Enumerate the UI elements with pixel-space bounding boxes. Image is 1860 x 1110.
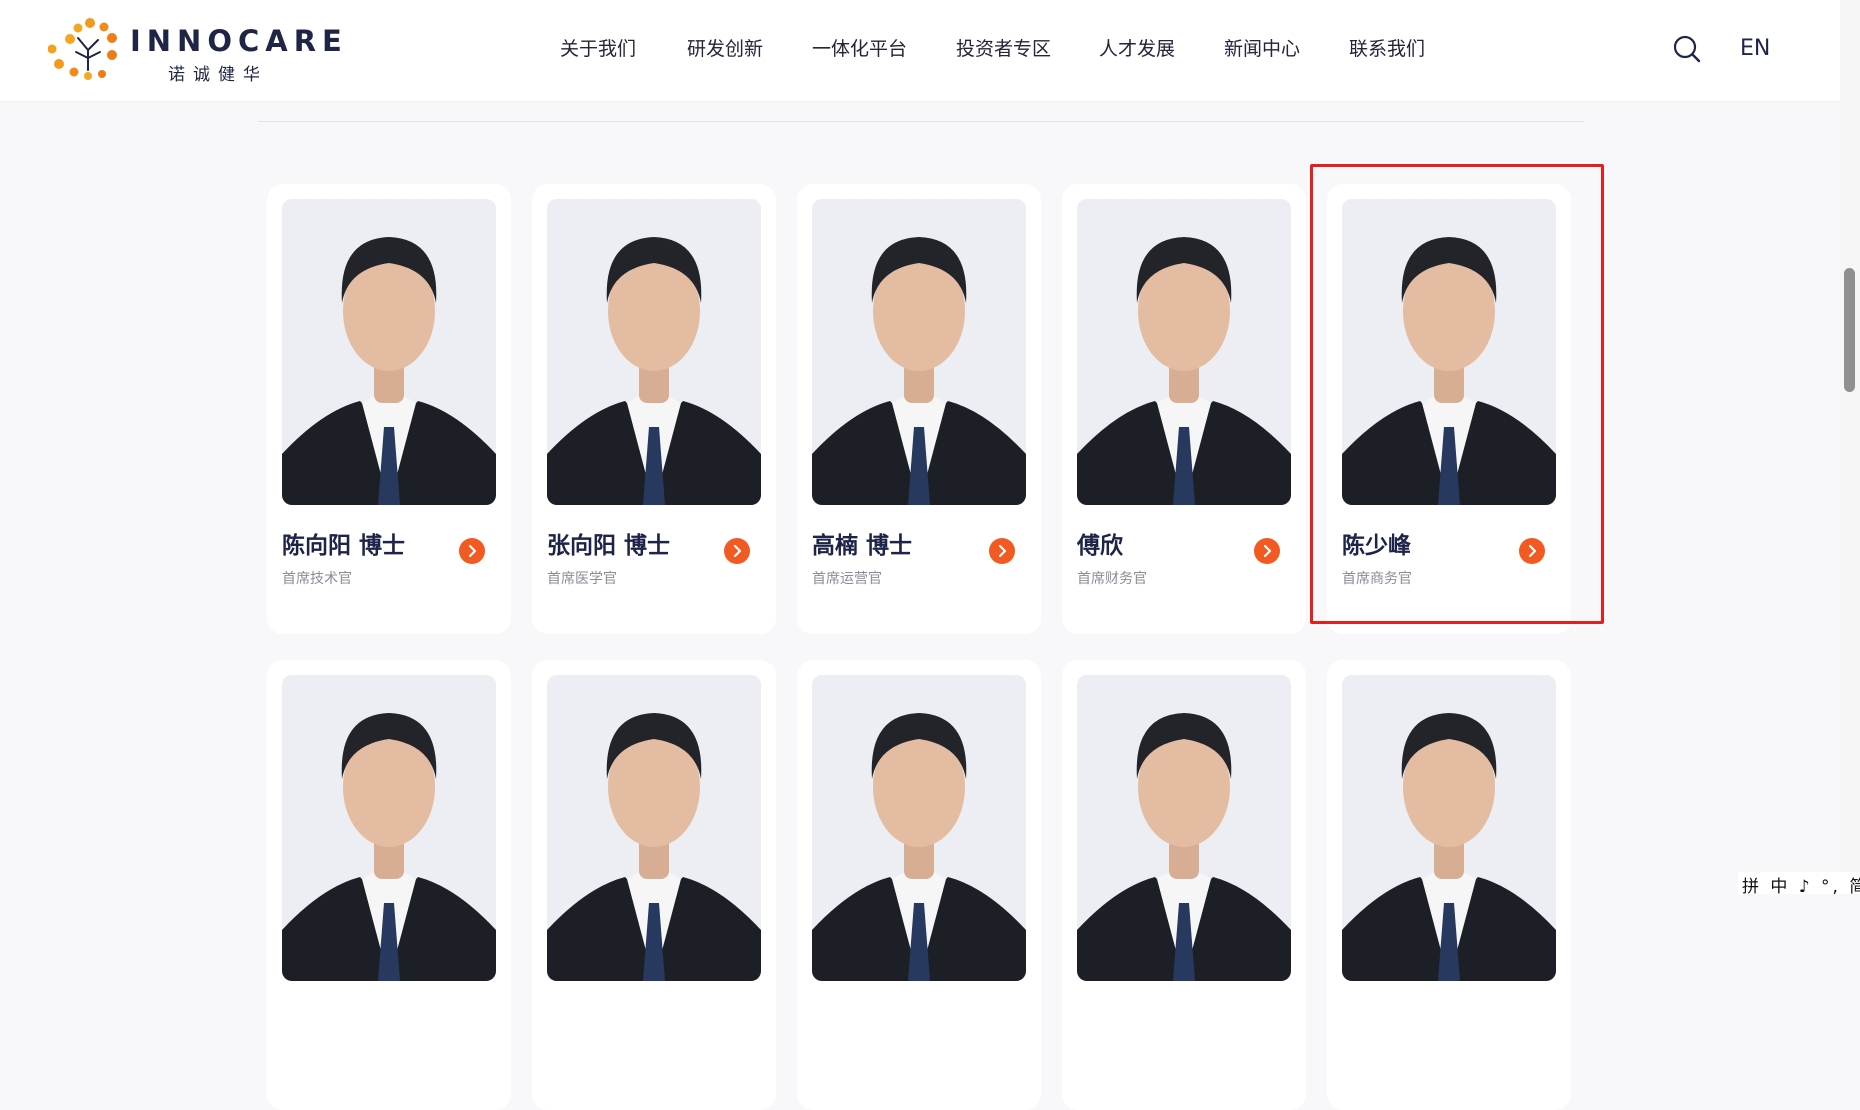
nav-item-platform[interactable]: 一体化平台 [812,34,907,61]
member-photo [812,199,1026,505]
team-card[interactable] [1327,660,1571,1110]
brand-name-en: INNOCARE [130,24,348,58]
section-divider [258,121,1584,122]
brand-name-cn: 诺诚健华 [168,65,268,85]
member-photo [1342,675,1556,981]
member-title: 首席运营官 [812,571,882,587]
nav-item-careers[interactable]: 人才发展 [1099,34,1175,61]
member-name: 陈少峰 [1342,533,1411,559]
member-photo [282,675,496,981]
arrow-right-icon[interactable] [989,538,1015,564]
member-photo [282,199,496,505]
team-card[interactable] [532,660,776,1110]
ime-toolbar[interactable]: 拼 中 ♪ °, 简 [1738,872,1860,897]
member-photo [812,675,1026,981]
nav-item-rnd[interactable]: 研发创新 [687,34,763,61]
team-card[interactable]: 陈向阳 博士 首席技术官 [267,184,511,634]
nav-item-news[interactable]: 新闻中心 [1224,34,1300,61]
nav-item-investors[interactable]: 投资者专区 [956,34,1051,61]
member-title: 首席商务官 [1342,571,1412,587]
member-name: 高楠 博士 [812,533,913,559]
arrow-right-icon[interactable] [1519,538,1545,564]
member-photo [547,675,761,981]
member-photo [547,199,761,505]
member-photo [1342,199,1556,505]
logo-dots-icon [48,18,117,80]
member-title: 首席技术官 [282,571,352,587]
member-name: 张向阳 博士 [547,533,671,559]
member-name: 傅欣 [1077,533,1123,559]
top-navigation-bar: INNOCARE 诺诚健华 关于我们 研发创新 一体化平台 投资者专区 人才发展… [0,0,1840,101]
team-card[interactable] [797,660,1041,1110]
team-card[interactable] [1062,660,1306,1110]
team-card[interactable] [267,660,511,1110]
team-card[interactable]: 高楠 博士 首席运营官 [797,184,1041,634]
member-name: 陈向阳 博士 [282,533,406,559]
search-icon[interactable] [1673,35,1701,63]
member-photo [1077,199,1291,505]
nav-item-contact[interactable]: 联系我们 [1349,34,1425,61]
nav-item-about[interactable]: 关于我们 [560,34,636,61]
scrollbar-thumb[interactable] [1844,268,1855,392]
arrow-right-icon[interactable] [459,538,485,564]
member-photo [1077,675,1291,981]
team-card[interactable]: 张向阳 博士 首席医学官 [532,184,776,634]
member-title: 首席财务官 [1077,571,1147,587]
team-card[interactable]: 陈少峰 首席商务官 [1327,184,1571,634]
team-card[interactable]: 傅欣 首席财务官 [1062,184,1306,634]
arrow-right-icon[interactable] [724,538,750,564]
arrow-right-icon[interactable] [1254,538,1280,564]
scrollbar-track[interactable] [1840,0,1860,895]
innocare-logo[interactable]: INNOCARE 诺诚健华 [48,18,342,85]
language-switch[interactable]: EN [1740,36,1770,61]
member-title: 首席医学官 [547,571,617,587]
